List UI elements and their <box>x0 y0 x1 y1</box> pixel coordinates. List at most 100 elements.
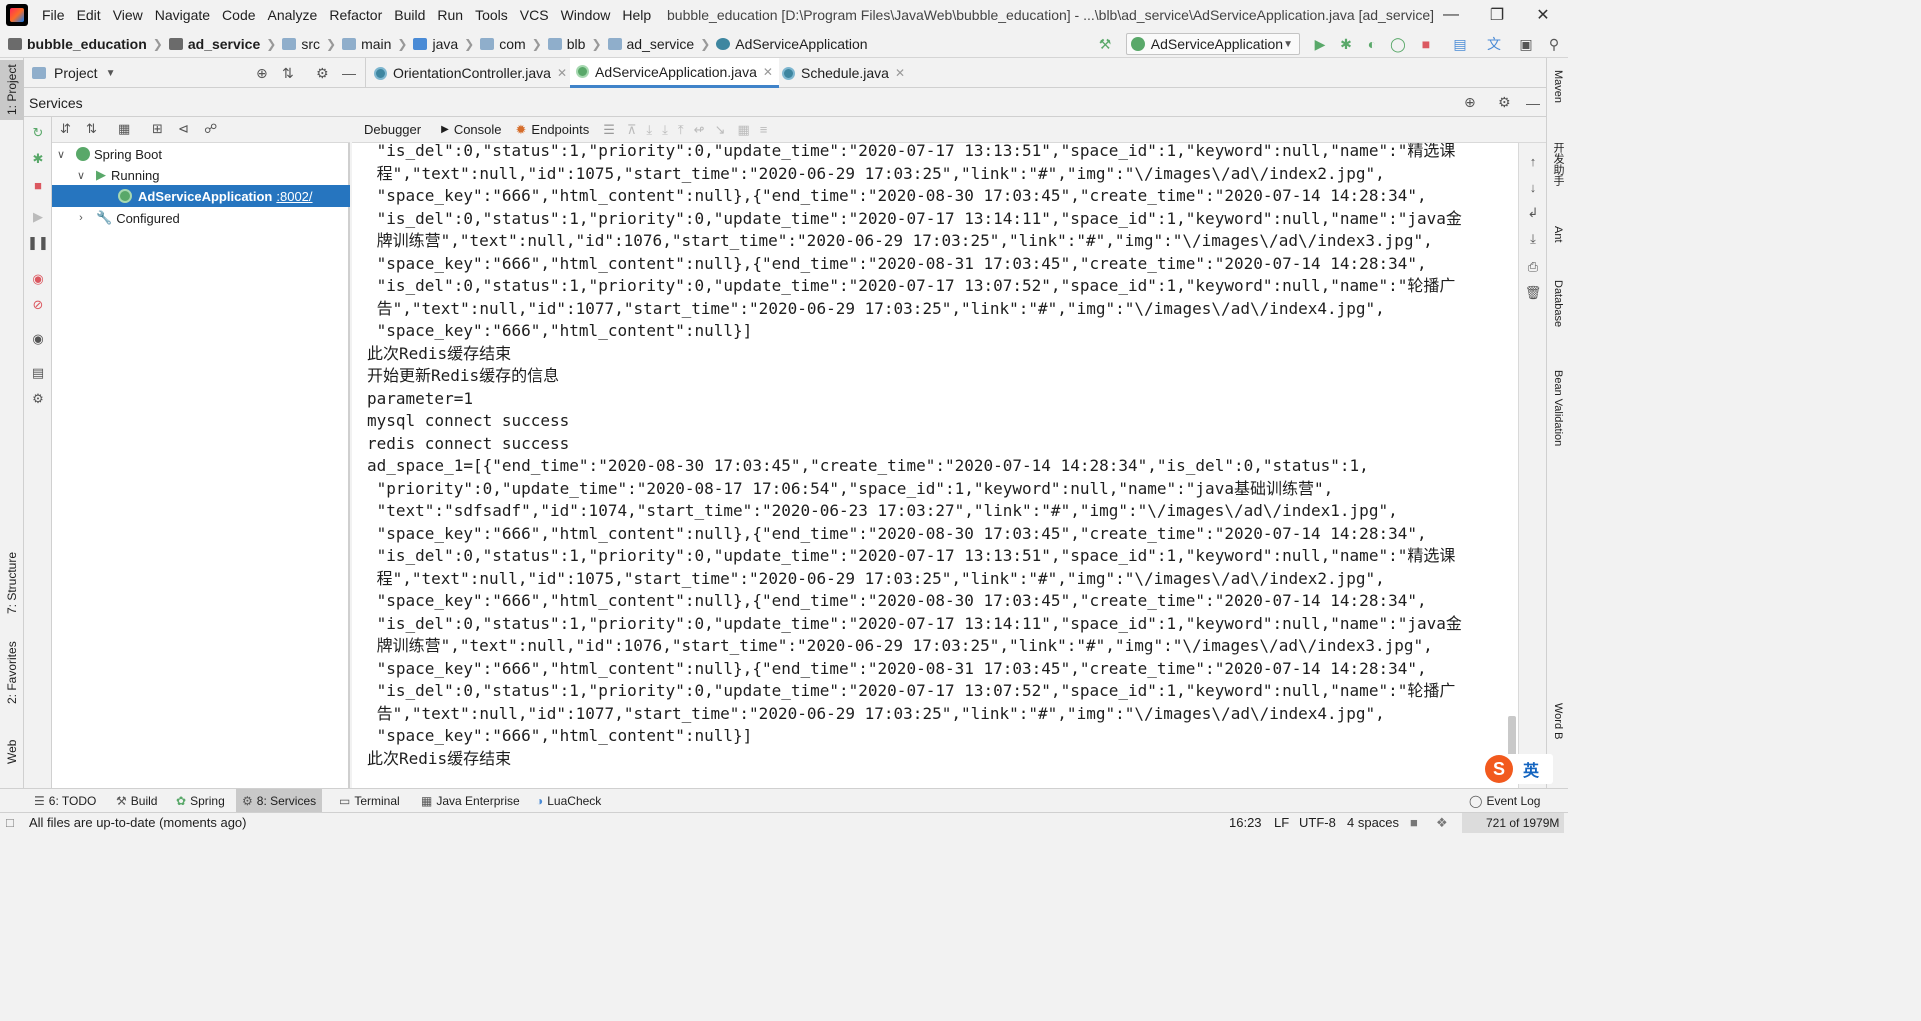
locate-icon[interactable]: ⊕ <box>1464 94 1476 111</box>
locate-icon[interactable]: ⊕ <box>256 65 268 82</box>
memory-indicator[interactable]: 721 of 1979M <box>1462 813 1564 833</box>
debug-icon[interactable]: ✱ <box>1338 36 1354 52</box>
breadcrumb-item[interactable]: main ❯ <box>342 36 413 52</box>
menu-icon[interactable]: ☰ <box>603 122 615 138</box>
expand-all-icon[interactable]: ⇵ <box>60 121 71 137</box>
up-arrow-icon[interactable]: ↑ <box>1525 153 1541 169</box>
run-configuration-select[interactable]: AdServiceApplication ▼ <box>1126 33 1300 55</box>
show-execution-point-icon[interactable]: ⊼ <box>627 122 637 138</box>
view-breakpoints-icon[interactable]: ◉ <box>30 271 46 287</box>
tree-node-ad-service-application[interactable]: AdServiceApplication :8002/ <box>52 185 350 207</box>
presentation-icon[interactable]: ▣ <box>1518 36 1534 52</box>
tab-spring[interactable]: ✿ Spring <box>170 789 231 813</box>
stop-icon[interactable]: ■ <box>1418 36 1434 52</box>
print-icon[interactable]: ⎙ <box>1525 259 1541 275</box>
close-window-button[interactable]: ✕ <box>1520 0 1566 30</box>
tree-node-running[interactable]: ∨ ▶ Running <box>52 164 350 186</box>
menu-code[interactable]: Code <box>216 0 261 30</box>
tool-window-favorites[interactable]: 2: Favorites <box>0 638 24 708</box>
file-encoding[interactable]: UTF-8 <box>1299 813 1336 833</box>
line-separator[interactable]: LF <box>1274 813 1289 833</box>
menu-help[interactable]: Help <box>616 0 657 30</box>
step-into-icon[interactable]: ⤓ <box>662 122 668 138</box>
indent-setting[interactable]: 4 spaces <box>1347 813 1399 833</box>
tool-window-structure[interactable]: 7: Structure <box>0 538 24 628</box>
add-service-icon[interactable]: ⊞ <box>152 121 163 137</box>
port-link[interactable]: :8002/ <box>276 189 312 204</box>
breadcrumb-item[interactable]: ad_service ❯ <box>168 36 282 52</box>
mute-breakpoints-icon[interactable]: ⊘ <box>30 297 46 313</box>
tab-console[interactable]: ▶ Console <box>441 122 501 137</box>
trash-icon[interactable]: 🗑 <box>1525 285 1542 301</box>
maximize-button[interactable]: ❐ <box>1474 0 1520 30</box>
tab-event-log[interactable]: ◯ Event Log <box>1463 789 1546 813</box>
gear-icon[interactable]: ⚙ <box>1498 94 1511 111</box>
ime-indicator[interactable]: S 英 <box>1485 754 1553 784</box>
tab-orientation-controller[interactable]: OrientationController.java ✕ <box>368 58 573 88</box>
gear-icon[interactable]: ⚙ <box>316 65 329 82</box>
tree-node-spring-boot[interactable]: ∨ Spring Boot <box>52 143 350 165</box>
menu-navigate[interactable]: Navigate <box>149 0 216 30</box>
tab-endpoints[interactable]: ✹ Endpoints <box>516 122 590 138</box>
tool-window-maven[interactable]: Maven <box>1549 70 1567 130</box>
lock-icon[interactable]: ■ <box>1410 813 1418 833</box>
tool-window-web[interactable]: Web <box>0 734 24 770</box>
hide-icon[interactable]: — <box>1526 95 1540 111</box>
tab-build[interactable]: ⚒ Build <box>110 789 163 813</box>
translate-icon[interactable]: 文 <box>1486 36 1502 52</box>
resume-icon[interactable]: ▶ <box>30 209 46 225</box>
tool-window-ant[interactable]: Ant <box>1549 226 1567 266</box>
collapse-icon[interactable]: ⇅ <box>282 65 294 82</box>
breadcrumb-item[interactable]: bubble_education ❯ <box>8 36 169 52</box>
trace-icon[interactable]: ≡ <box>760 122 768 137</box>
tab-luacheck[interactable]: ◑ LuaCheck <box>530 789 607 813</box>
minimize-button[interactable]: — <box>1428 0 1474 30</box>
group-icon[interactable]: ▦ <box>118 121 130 137</box>
tab-terminal[interactable]: ▭ Terminal <box>333 789 406 813</box>
profile-icon[interactable]: ◯ <box>1390 36 1406 52</box>
tool-window-helper[interactable]: 开发助手 <box>1549 142 1567 212</box>
close-icon[interactable]: ✕ <box>557 66 567 80</box>
pause-icon[interactable]: ❚❚ <box>27 235 49 251</box>
menu-build[interactable]: Build <box>388 0 431 30</box>
menu-vcs[interactable]: VCS <box>514 0 555 30</box>
close-icon[interactable]: ✕ <box>763 65 773 79</box>
tab-schedule[interactable]: Schedule.java ✕ <box>776 58 911 88</box>
tool-window-project[interactable]: 1: Project <box>0 60 24 120</box>
status-toggle-icon[interactable]: □ <box>6 813 14 833</box>
tool-window-bean-validation[interactable]: Bean Validation <box>1549 370 1567 470</box>
tool-window-database[interactable]: Database <box>1549 280 1567 350</box>
console-output[interactable]: "is_del":0,"status":1,"priority":0,"upda… <box>352 143 1518 788</box>
menu-refactor[interactable]: Refactor <box>323 0 388 30</box>
breadcrumb-item[interactable]: com ❯ <box>480 36 548 52</box>
hide-icon[interactable]: — <box>342 65 356 81</box>
project-panel-header[interactable]: Project ▼ ⊕ ⇅ ⚙ — <box>24 58 366 88</box>
breadcrumb-item[interactable]: AdServiceApplication <box>716 36 868 52</box>
scroll-to-end-icon[interactable]: ⤓ <box>1525 231 1541 247</box>
menu-edit[interactable]: Edit <box>71 0 107 30</box>
breadcrumb-item[interactable]: src ❯ <box>282 36 342 52</box>
menu-window[interactable]: Window <box>555 0 617 30</box>
tab-ad-service-application[interactable]: AdServiceApplication.java ✕ <box>570 58 779 88</box>
coverage-icon[interactable]: ◐ <box>1364 36 1380 52</box>
step-out-icon[interactable]: ⤒ <box>678 122 684 138</box>
tree-node-configured[interactable]: › 🔧 Configured <box>52 207 350 229</box>
collapse-all-icon[interactable]: ⇅ <box>86 121 97 137</box>
filter-icon[interactable]: ⊲ <box>178 121 189 137</box>
caret-position[interactable]: 16:23 <box>1229 813 1262 833</box>
breadcrumb-item[interactable]: java ❯ <box>413 36 480 52</box>
menu-run[interactable]: Run <box>431 0 469 30</box>
breadcrumb-item[interactable]: ad_service ❯ <box>607 36 717 52</box>
step-over-icon[interactable]: ⤓ <box>646 122 652 138</box>
search-icon[interactable]: ⚲ <box>1546 36 1562 52</box>
tab-debugger[interactable]: Debugger <box>364 122 421 137</box>
tab-services[interactable]: ⚙ 8: Services <box>236 789 323 813</box>
soft-wrap-icon[interactable]: ↲ <box>1525 205 1541 221</box>
menu-tools[interactable]: Tools <box>469 0 514 30</box>
menu-view[interactable]: View <box>107 0 149 30</box>
drop-frame-icon[interactable]: ↫ <box>694 122 705 138</box>
down-arrow-icon[interactable]: ↓ <box>1525 179 1541 195</box>
menu-file[interactable]: File <box>36 0 71 30</box>
git-icon[interactable]: ❖ <box>1436 813 1448 833</box>
settings-icon[interactable]: ⚙ <box>30 391 46 407</box>
